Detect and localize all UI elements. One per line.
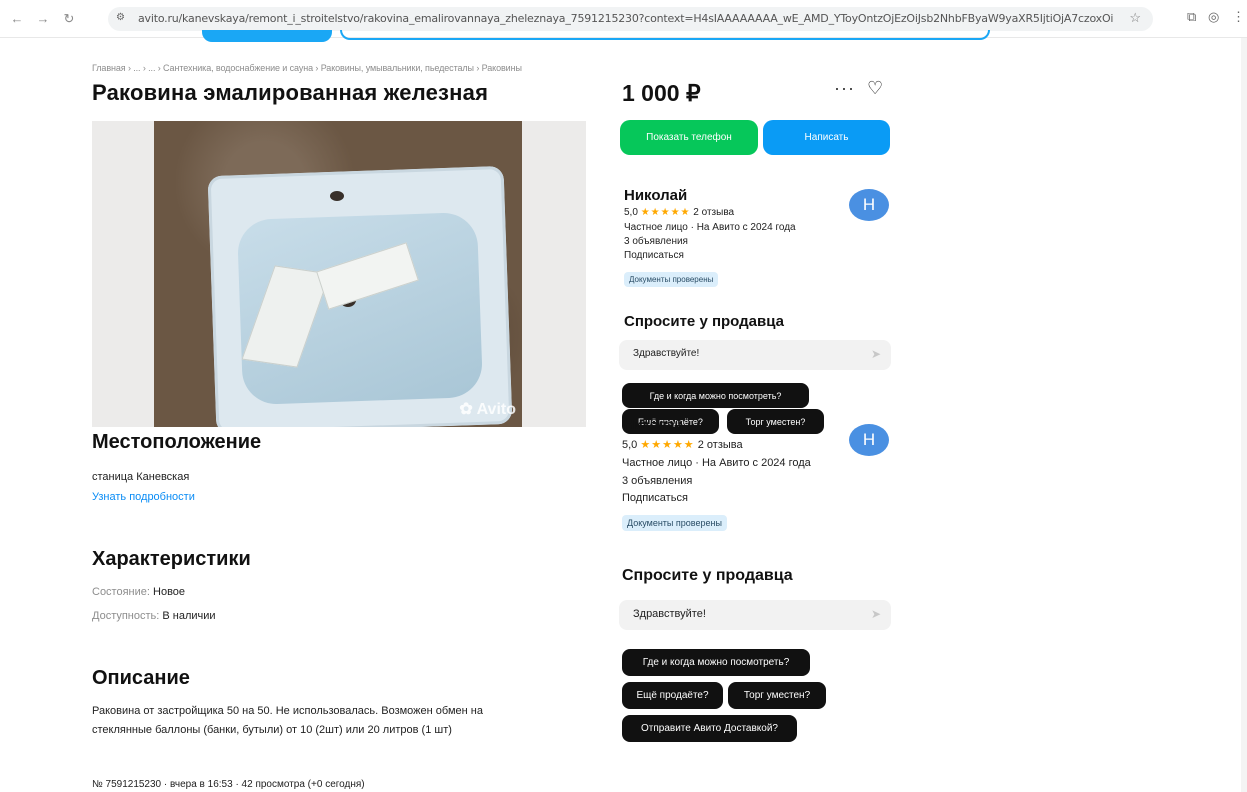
- back-icon[interactable]: ←: [8, 10, 26, 28]
- description-line-1: Раковина от застройщика 50 на 50. Не исп…: [92, 705, 483, 717]
- seller-type: Частное лицо · На Авито с 2024 года: [624, 222, 796, 233]
- rating-stars-icon: ★★★★★: [640, 207, 691, 218]
- show-phone-button[interactable]: Показать телефон: [620, 120, 758, 155]
- reload-icon[interactable]: ↻: [60, 10, 78, 28]
- header-search-input[interactable]: [340, 30, 990, 40]
- rating-stars-icon: ★★★★★: [640, 439, 695, 451]
- verified-badge: Документы проверены: [622, 515, 727, 531]
- send-icon[interactable]: ➤: [871, 607, 881, 621]
- more-options-icon[interactable]: ···: [834, 78, 855, 99]
- location-more-link[interactable]: Узнать подробности: [92, 491, 195, 503]
- listing-photo[interactable]: ✿ Avito: [92, 121, 586, 427]
- seller-name[interactable]: Николай: [624, 187, 687, 204]
- seller-rating-row[interactable]: 5,0 ★★★★★ 2 отзыва: [622, 438, 743, 451]
- message-input-text[interactable]: Здравствуйте!: [633, 348, 699, 359]
- forward-icon[interactable]: →: [34, 10, 52, 28]
- location-place: станица Каневская: [92, 471, 190, 483]
- availability-row: Доступность: В наличии: [92, 610, 216, 622]
- site-info-icon[interactable]: ⚙: [116, 12, 125, 23]
- breadcrumb[interactable]: Главная › ... › ... › Сантехника, водосн…: [92, 63, 522, 73]
- profile-icon[interactable]: ◎: [1208, 9, 1219, 25]
- characteristics-title: Характеристики: [92, 548, 251, 570]
- quick-question-chip[interactable]: Торг уместен?: [728, 682, 826, 709]
- seller-name[interactable]: Николай: [624, 416, 683, 432]
- description-title: Описание: [92, 667, 190, 689]
- condition-value: Новое: [153, 586, 186, 598]
- extensions-icon[interactable]: ⧉: [1187, 9, 1196, 25]
- availability-label: Доступность:: [92, 610, 160, 622]
- subscribe-link[interactable]: Подписаться: [624, 250, 684, 261]
- quick-question-chip[interactable]: Торг уместен?: [727, 409, 824, 434]
- condition-label: Состояние:: [92, 586, 150, 598]
- message-input-text[interactable]: Здравствуйте!: [633, 608, 706, 620]
- seller-ads-count[interactable]: 3 объявления: [622, 475, 692, 487]
- seller-avatar[interactable]: Н: [849, 189, 889, 221]
- quick-question-chip[interactable]: Где и когда можно посмотреть?: [622, 649, 810, 676]
- seller-rating: 5,0: [622, 439, 638, 451]
- send-icon[interactable]: ➤: [871, 347, 881, 361]
- address-bar[interactable]: ⚙ avito.ru/kanevskaya/remont_i_stroitels…: [108, 7, 1153, 31]
- verified-badge: Документы проверены: [624, 272, 719, 287]
- price: 1 000 ₽: [622, 80, 701, 106]
- bookmark-star-icon[interactable]: ☆: [1129, 10, 1141, 26]
- subscribe-link[interactable]: Подписаться: [622, 492, 688, 504]
- seller-rating-row[interactable]: 5,0 ★★★★★ 2 отзыва: [624, 207, 734, 218]
- url-text[interactable]: avito.ru/kanevskaya/remont_i_stroitelstv…: [138, 12, 1113, 25]
- faucet-hole: [330, 191, 344, 201]
- availability-value: В наличии: [162, 610, 216, 622]
- seller-reviews[interactable]: 2 отзыва: [693, 207, 734, 218]
- seller-avatar[interactable]: Н: [849, 424, 889, 456]
- condition-row: Состояние: Новое: [92, 586, 185, 598]
- scrollbar[interactable]: [1241, 38, 1247, 792]
- ask-seller-title: Спросите у продавца: [624, 313, 784, 330]
- quick-question-chip[interactable]: Отправите Авито Доставкой?: [622, 715, 797, 742]
- location-title: Местоположение: [92, 431, 262, 453]
- menu-icon[interactable]: ⋮: [1232, 9, 1245, 25]
- ask-seller-title: Спросите у продавца: [622, 567, 793, 584]
- quick-question-chip[interactable]: Ещё продаёте?: [622, 682, 723, 709]
- header-category-button[interactable]: [202, 30, 332, 42]
- page-title: Раковина эмалированная железная: [92, 80, 489, 105]
- favorite-heart-icon[interactable]: ♡: [867, 78, 883, 99]
- write-message-button[interactable]: Написать: [763, 120, 890, 155]
- seller-ads-count[interactable]: 3 объявления: [624, 236, 688, 247]
- description-line-2: стеклянные баллоны (банки, бутыли) от 10…: [92, 724, 452, 736]
- seller-rating: 5,0: [624, 207, 638, 218]
- message-input[interactable]: Здравствуйте! ➤: [619, 600, 891, 630]
- seller-reviews[interactable]: 2 отзыва: [698, 439, 743, 451]
- listing-meta: № 7591215230 · вчера в 16:53 · 42 просмо…: [92, 779, 365, 790]
- seller-type: Частное лицо · На Авито с 2024 года: [622, 457, 811, 469]
- photo-watermark: ✿ Avito: [459, 401, 516, 418]
- quick-question-chip[interactable]: Где и когда можно посмотреть?: [622, 383, 809, 408]
- message-input[interactable]: Здравствуйте! ➤: [619, 340, 891, 370]
